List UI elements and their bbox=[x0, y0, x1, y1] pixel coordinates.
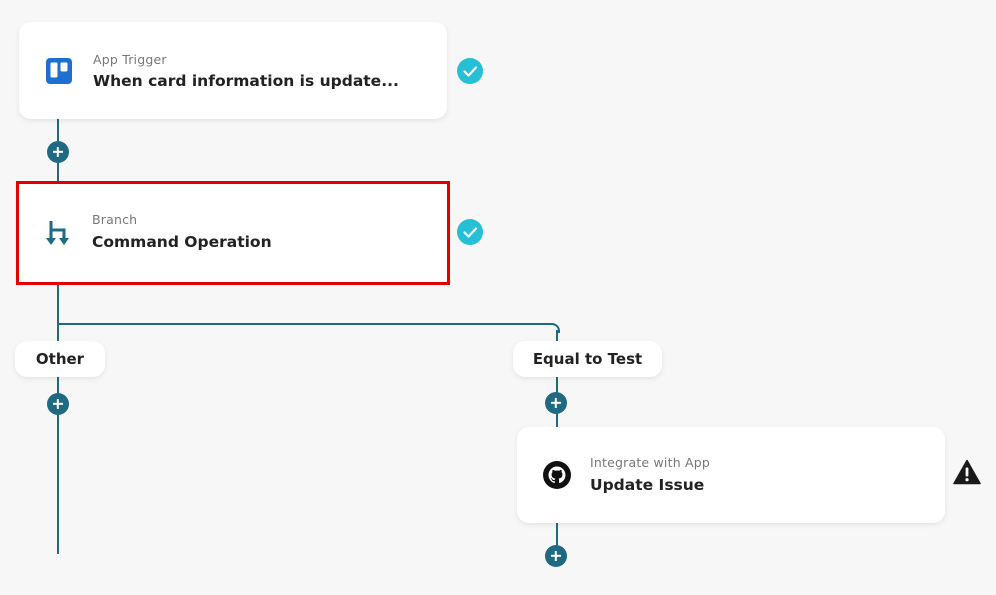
branch-card[interactable]: Branch Command Operation bbox=[16, 181, 450, 285]
branch-title: Command Operation bbox=[92, 233, 272, 251]
action-title: Update Issue bbox=[590, 476, 705, 494]
check-icon bbox=[457, 219, 483, 245]
trigger-kicker: App Trigger bbox=[93, 52, 167, 67]
warning-icon bbox=[953, 459, 981, 489]
add-step-button[interactable] bbox=[47, 141, 69, 163]
trello-icon bbox=[46, 58, 72, 88]
add-step-button[interactable] bbox=[47, 393, 69, 415]
trigger-card[interactable]: App Trigger When card information is upd… bbox=[19, 22, 447, 119]
branch-kicker: Branch bbox=[92, 212, 138, 227]
action-kicker: Integrate with App bbox=[590, 455, 711, 470]
path-label-other[interactable]: Other bbox=[15, 341, 105, 377]
action-card[interactable]: Integrate with App Update Issue bbox=[517, 427, 945, 523]
path-label-equal[interactable]: Equal to Test bbox=[513, 341, 662, 377]
add-step-button[interactable] bbox=[545, 545, 567, 567]
check-icon bbox=[457, 58, 483, 84]
add-step-button[interactable] bbox=[545, 392, 567, 414]
trigger-title: When card information is update... bbox=[93, 72, 399, 90]
branch-icon bbox=[44, 218, 74, 252]
connector-line bbox=[57, 323, 552, 325]
github-icon bbox=[542, 460, 572, 494]
connector-line bbox=[550, 323, 560, 333]
